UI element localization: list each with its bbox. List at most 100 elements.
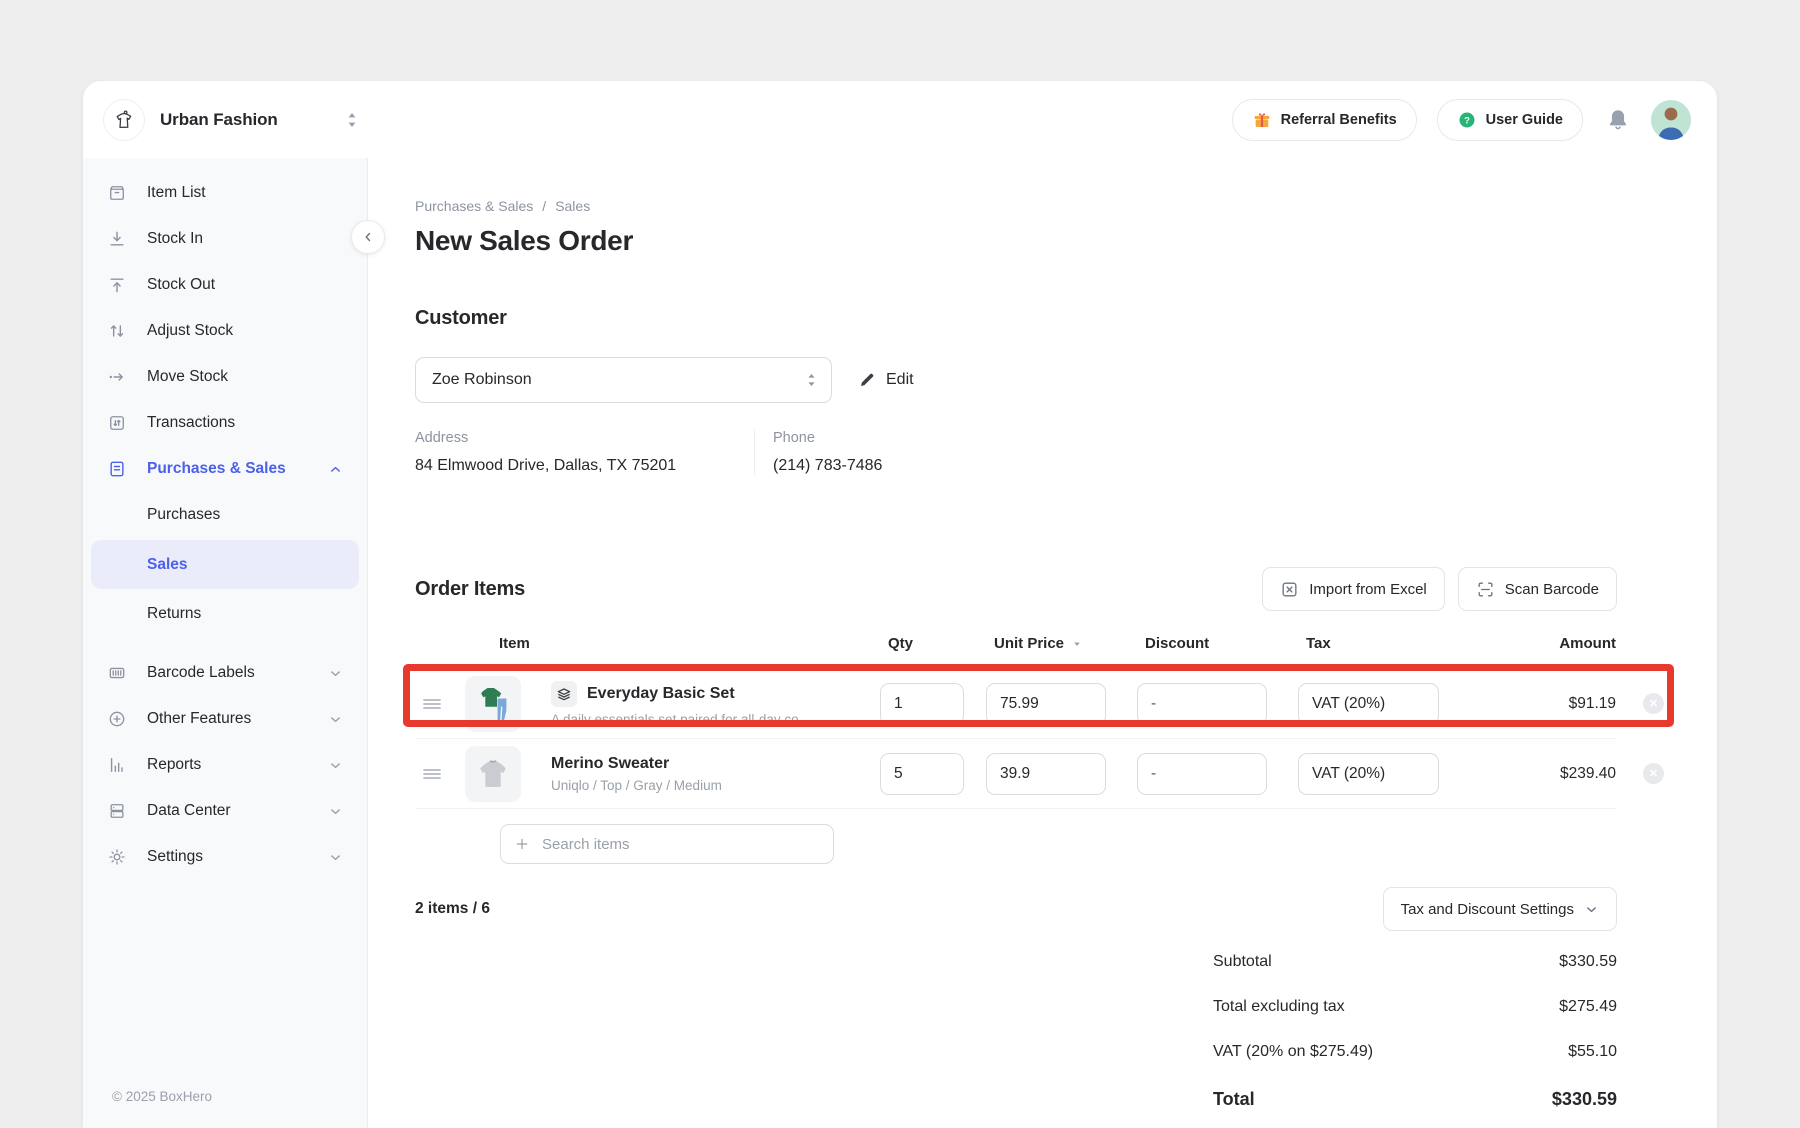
customer-heading: Customer bbox=[415, 307, 1617, 330]
qty-input[interactable] bbox=[880, 753, 964, 795]
phone-value: (214) 783-7486 bbox=[773, 457, 882, 475]
workspace-switcher[interactable]: Urban Fashion bbox=[103, 99, 359, 141]
order-items-heading: Order Items bbox=[415, 578, 525, 601]
sidebar-item-barcode-labels[interactable]: Barcode Labels bbox=[83, 650, 367, 696]
chevron-down-icon bbox=[328, 712, 343, 727]
scan-barcode-label: Scan Barcode bbox=[1505, 581, 1599, 598]
sidebar-item-purchases-sales[interactable]: Purchases & Sales bbox=[83, 446, 367, 492]
customer-phone-block: Phone (214) 783-7486 bbox=[755, 430, 882, 475]
edit-label: Edit bbox=[886, 371, 914, 389]
discount-input[interactable] bbox=[1137, 753, 1267, 795]
referral-benefits-button[interactable]: Referral Benefits bbox=[1232, 99, 1417, 141]
edit-customer-button[interactable]: Edit bbox=[858, 371, 914, 389]
tax-discount-settings-button[interactable]: Tax and Discount Settings bbox=[1383, 887, 1617, 931]
unit-price-input[interactable] bbox=[986, 683, 1106, 725]
column-header-discount: Discount bbox=[1137, 635, 1282, 652]
sidebar-item-label: Settings bbox=[147, 848, 203, 866]
product-image-merino-sweater bbox=[465, 746, 521, 802]
breadcrumb-parent[interactable]: Purchases & Sales bbox=[415, 198, 533, 214]
workspace-name: Urban Fashion bbox=[160, 110, 278, 130]
sidebar-item-data-center[interactable]: Data Center bbox=[83, 788, 367, 834]
barcode-icon bbox=[106, 662, 128, 684]
sidebar-item-label: Item List bbox=[147, 184, 206, 202]
arrow-up-from-line-icon bbox=[106, 274, 128, 296]
sidebar-item-reports[interactable]: Reports bbox=[83, 742, 367, 788]
customer-select[interactable]: Zoe Robinson bbox=[415, 357, 832, 403]
sidebar-item-transactions[interactable]: Transactions bbox=[83, 400, 367, 446]
remove-row-icon[interactable]: ✕ bbox=[1643, 693, 1664, 714]
sidebar-subitem-returns[interactable]: Returns bbox=[83, 591, 367, 637]
sidebar-item-stock-in[interactable]: Stock In bbox=[83, 216, 367, 262]
sidebar: Item List Stock In Stock Out bbox=[83, 158, 368, 1128]
total-value: $330.59 bbox=[1552, 1089, 1617, 1110]
breadcrumb: Purchases & Sales / Sales bbox=[415, 198, 1617, 214]
plus-circle-icon bbox=[106, 708, 128, 730]
remove-row-icon[interactable]: ✕ bbox=[1643, 763, 1664, 784]
sidebar-item-label: Barcode Labels bbox=[147, 664, 255, 682]
referral-benefits-label: Referral Benefits bbox=[1281, 112, 1397, 128]
excel-icon bbox=[1280, 580, 1299, 599]
vat-label: VAT (20% on $275.49) bbox=[1213, 1043, 1373, 1061]
sidebar-subitem-purchases[interactable]: Purchases bbox=[83, 492, 367, 538]
sidebar-item-stock-out[interactable]: Stock Out bbox=[83, 262, 367, 308]
drag-handle-icon[interactable] bbox=[415, 768, 449, 780]
sidebar-item-label: Other Features bbox=[147, 710, 251, 728]
gift-icon bbox=[1252, 110, 1272, 130]
sidebar-item-move-stock[interactable]: Move Stock bbox=[83, 354, 367, 400]
row-amount: $91.19 bbox=[1469, 695, 1616, 713]
plus-icon bbox=[514, 836, 530, 852]
app-window: Urban Fashion Referral Benefits bbox=[83, 81, 1717, 1128]
drag-handle-icon[interactable] bbox=[415, 698, 449, 710]
sidebar-item-other-features[interactable]: Other Features bbox=[83, 696, 367, 742]
scan-barcode-button[interactable]: Scan Barcode bbox=[1458, 567, 1617, 611]
scan-icon bbox=[1476, 580, 1495, 599]
order-items-table: Item Qty Unit Price Discount Tax Amount bbox=[415, 635, 1617, 864]
sidebar-collapse-button[interactable] bbox=[351, 220, 385, 254]
order-items-section: Order Items Import from Excel bbox=[415, 567, 1617, 1124]
sidebar-item-settings[interactable]: Settings bbox=[83, 834, 367, 880]
sidebar-item-label: Stock Out bbox=[147, 276, 215, 294]
sidebar-item-adjust-stock[interactable]: Adjust Stock bbox=[83, 308, 367, 354]
sidebar-subitem-label: Returns bbox=[147, 605, 201, 623]
workspace-updown-icon[interactable] bbox=[345, 112, 359, 128]
vat-value: $55.10 bbox=[1568, 1043, 1617, 1061]
notifications-bell-icon[interactable] bbox=[1605, 107, 1631, 133]
sidebar-item-item-list[interactable]: Item List bbox=[83, 170, 367, 216]
transactions-icon bbox=[106, 412, 128, 434]
discount-input[interactable] bbox=[1137, 683, 1267, 725]
import-from-excel-button[interactable]: Import from Excel bbox=[1262, 567, 1445, 611]
tax-discount-settings-label: Tax and Discount Settings bbox=[1401, 901, 1574, 918]
sidebar-item-label: Reports bbox=[147, 756, 201, 774]
price-type-dropdown-icon[interactable] bbox=[1071, 638, 1083, 650]
column-header-qty: Qty bbox=[880, 635, 970, 652]
select-updown-icon bbox=[805, 372, 818, 388]
sidebar-subitem-sales[interactable]: Sales bbox=[91, 540, 359, 589]
tax-input[interactable] bbox=[1298, 753, 1439, 795]
sidebar-item-label: Adjust Stock bbox=[147, 322, 233, 340]
pencil-icon bbox=[858, 371, 876, 389]
qty-input[interactable] bbox=[880, 683, 964, 725]
user-avatar[interactable] bbox=[1651, 100, 1691, 140]
vat-row: VAT (20% on $275.49) $55.10 bbox=[1213, 1029, 1617, 1074]
sidebar-subitem-label: Purchases bbox=[147, 506, 220, 524]
item-description: A daily essentials set paired for all-da… bbox=[551, 712, 851, 727]
customer-selected-value: Zoe Robinson bbox=[432, 371, 532, 389]
items-count: 2 items / 6 bbox=[415, 900, 490, 918]
product-image-everyday-basic-set bbox=[465, 676, 521, 732]
search-items-placeholder: Search items bbox=[542, 836, 630, 853]
arrow-down-to-line-icon bbox=[106, 228, 128, 250]
chevron-up-icon bbox=[328, 462, 343, 477]
unit-price-input[interactable] bbox=[986, 753, 1106, 795]
breadcrumb-separator: / bbox=[542, 198, 546, 214]
user-guide-button[interactable]: ? User Guide bbox=[1437, 99, 1583, 141]
tax-input[interactable] bbox=[1298, 683, 1439, 725]
search-items-input[interactable]: Search items bbox=[500, 824, 834, 864]
chevron-down-icon bbox=[328, 666, 343, 681]
database-icon bbox=[106, 800, 128, 822]
subtotal-value: $330.59 bbox=[1559, 953, 1617, 971]
import-from-excel-label: Import from Excel bbox=[1309, 581, 1427, 598]
package-icon bbox=[106, 182, 128, 204]
phone-label: Phone bbox=[773, 430, 882, 446]
sidebar-subitem-label: Sales bbox=[147, 556, 188, 574]
breadcrumb-current[interactable]: Sales bbox=[555, 198, 590, 214]
